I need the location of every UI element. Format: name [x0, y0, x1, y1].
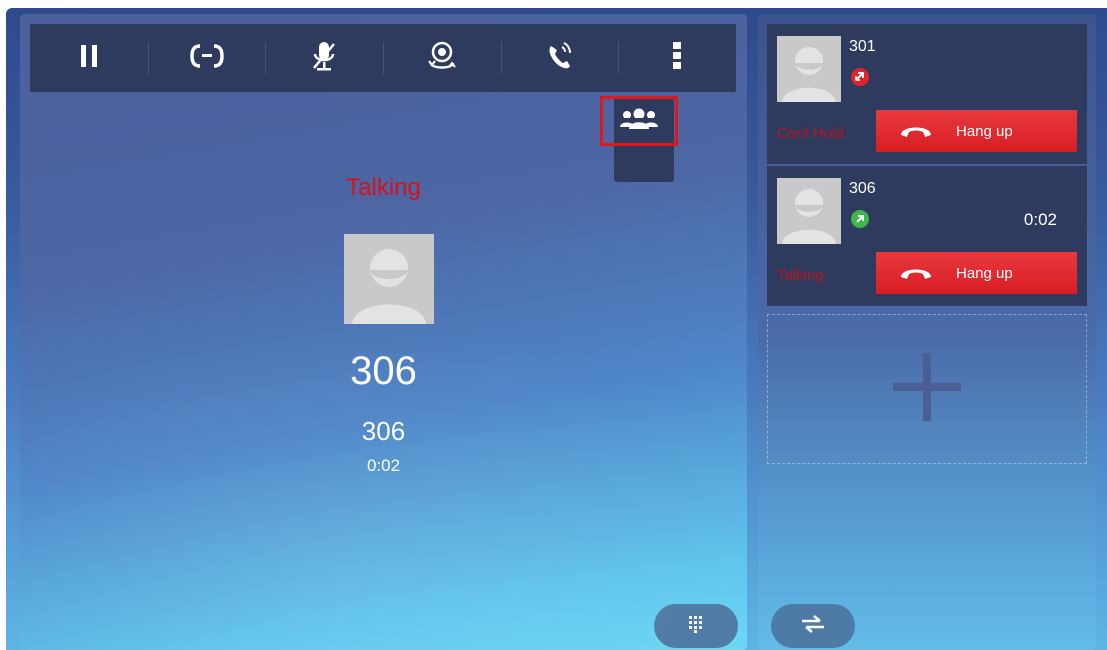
mute-icon [311, 40, 337, 77]
call-state: Talking [777, 267, 824, 284]
avatar [777, 36, 841, 102]
video-icon [425, 39, 459, 78]
pause-icon [80, 43, 98, 74]
transfer-button[interactable] [147, 24, 266, 92]
hang-up-button[interactable]: Hang up [876, 252, 1077, 294]
plus-icon [891, 351, 963, 428]
audio-route-button[interactable] [500, 24, 619, 92]
outgoing-badge-icon [851, 210, 869, 228]
call-toolbar [30, 24, 736, 92]
call-number: 301 [849, 38, 876, 55]
active-call-panel: Talking 306 306 0:02 [20, 14, 747, 650]
hang-up-icon [876, 265, 956, 281]
call-card-306[interactable]: 306 0:02 Talking Hang up [767, 166, 1087, 306]
hold-button[interactable] [30, 24, 148, 92]
hang-up-icon [876, 123, 956, 139]
add-call-slot[interactable] [767, 314, 1087, 464]
hang-up-button[interactable]: Hang up [876, 110, 1077, 152]
avatar [777, 178, 841, 244]
caller-number: 306 [361, 416, 406, 446]
video-button[interactable] [383, 24, 501, 92]
swap-calls-button[interactable] [771, 604, 855, 648]
call-screen: Talking 306 306 0:02 301 Conf Hold Hang … [6, 8, 1107, 650]
call-card-301[interactable]: 301 Conf Hold Hang up [767, 24, 1087, 164]
mute-button[interactable] [265, 24, 383, 92]
call-audio-icon [545, 40, 575, 77]
caller-avatar [344, 234, 434, 324]
call-duration: 0:02 [366, 456, 401, 475]
hang-up-label: Hang up [956, 264, 1013, 282]
swap-icon [800, 614, 826, 638]
dialpad-icon [688, 615, 704, 638]
more-button[interactable] [618, 24, 736, 92]
conference-icon [619, 107, 659, 136]
dialpad-button[interactable] [654, 604, 738, 648]
more-icon [672, 41, 682, 76]
conference-button[interactable] [600, 96, 678, 146]
hang-up-label: Hang up [956, 122, 1013, 140]
call-time: 0:02 [1023, 210, 1057, 229]
caller-name: 306 [350, 349, 417, 393]
transfer-icon [189, 42, 224, 75]
call-number: 306 [849, 180, 876, 197]
call-status: Talking [346, 174, 421, 201]
call-state: Conf Hold [777, 125, 844, 142]
hold-badge-icon [851, 68, 869, 86]
call-list-panel: 301 Conf Hold Hang up 306 0:02 Talking H… [758, 14, 1096, 650]
